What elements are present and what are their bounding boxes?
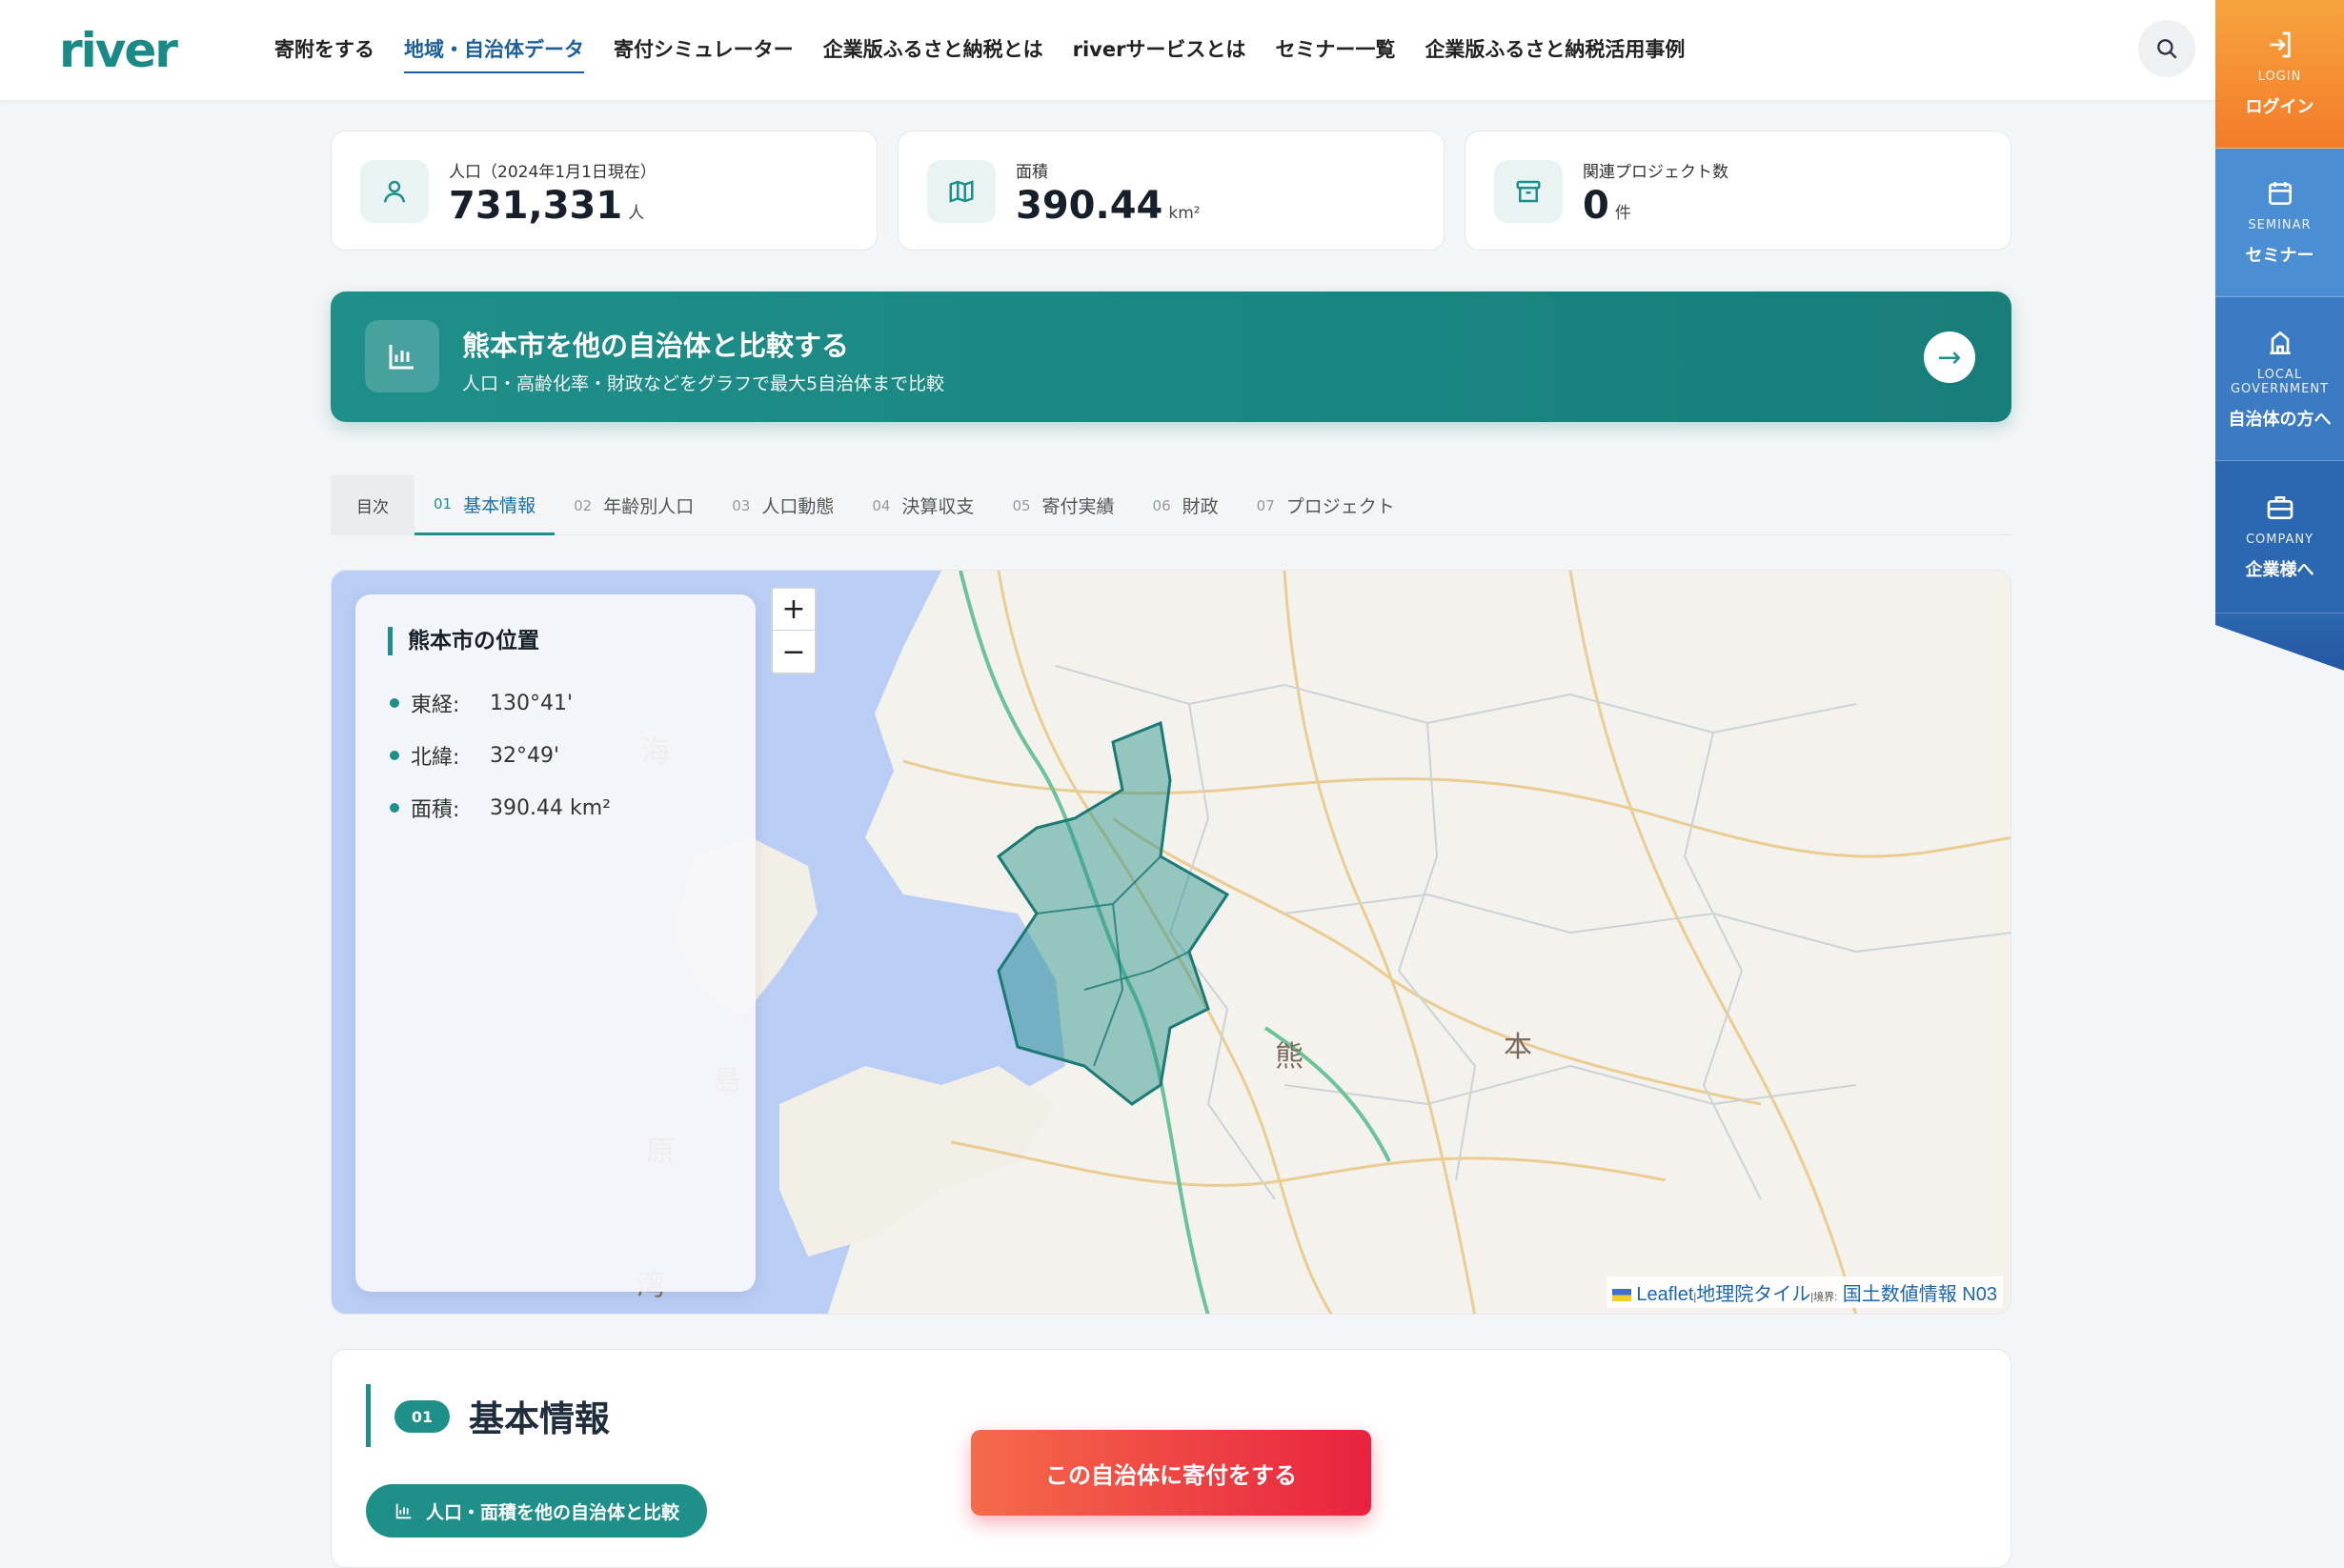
- location-title: 熊本市の位置: [388, 627, 539, 655]
- zoom-control: + −: [771, 587, 817, 674]
- bar-chart-small-icon: [395, 1503, 412, 1519]
- stat-card-population: 人口（2024年1月1日現在） 731,331 人: [331, 131, 878, 251]
- search-icon: [2157, 39, 2177, 59]
- compare-population-area-button[interactable]: 人口・面積を他の自治体と比較: [366, 1484, 707, 1538]
- tab-population-dynamics[interactable]: 03 人口動態: [713, 475, 853, 535]
- login-ja-label: ログイン: [2245, 97, 2314, 117]
- area-value: 390.44 km²: [1016, 184, 1201, 228]
- site-header: river 寄附をする 地域・自治体データ 寄付シミュレーター 企業版ふるさと納…: [0, 0, 2215, 101]
- tab-projects[interactable]: 07 プロジェクト: [1238, 475, 1414, 535]
- company-ja-label: 企業様へ: [2245, 560, 2314, 580]
- login-en-label: LOGIN: [2257, 70, 2302, 84]
- calendar-icon: [2268, 182, 2292, 205]
- nav-corporate-furusato[interactable]: 企業版ふるさと納税とは: [823, 34, 1043, 73]
- section-number-badge: 01: [394, 1400, 450, 1433]
- projects-label: 関連プロジェクト数: [1583, 163, 1728, 182]
- compare-title: 熊本市を他の自治体と比較する: [462, 330, 850, 362]
- nav-river-service[interactable]: riverサービスとは: [1073, 34, 1246, 73]
- tab-settlement[interactable]: 04 決算収支: [853, 475, 993, 535]
- seminar-en-label: SEMINAR: [2248, 218, 2312, 232]
- tab-donation-results[interactable]: 05 寄付実績: [993, 475, 1133, 535]
- map-label-kuma: 熊: [1275, 1040, 1303, 1074]
- map-icon-box: [927, 160, 996, 223]
- seminar-button[interactable]: SEMINAR セミナー: [2215, 149, 2344, 297]
- company-button[interactable]: COMPANY 企業様へ: [2215, 461, 2344, 613]
- tab-age-population[interactable]: 02 年齢別人口: [555, 475, 713, 535]
- person-icon: [383, 180, 406, 203]
- arrow-right-icon[interactable]: →: [1924, 332, 1975, 383]
- leaflet-link[interactable]: Leaflet: [1636, 1284, 1693, 1305]
- projects-value: 0件: [1583, 184, 1631, 228]
- nav-simulator[interactable]: 寄付シミュレーター: [614, 34, 794, 73]
- compare-subtitle: 人口・高齢化率・財政などをグラフで最大5自治体まで比較: [462, 373, 945, 394]
- map-icon: [949, 180, 974, 203]
- ukraine-flag-icon: [1611, 1289, 1631, 1302]
- side-panel-tail: [2215, 613, 2344, 671]
- zoom-out-button[interactable]: −: [773, 631, 815, 673]
- map-container[interactable]: 海 島 原 湾 熊 本 + − 熊本市の位置 東経:130°41' 北緯:32°…: [331, 570, 2011, 1315]
- bar-chart-icon: [389, 345, 414, 370]
- search-button[interactable]: [2138, 20, 2195, 77]
- tab-finance[interactable]: 06 財政: [1134, 475, 1238, 535]
- area-row: 面積: 390.44 km²: [390, 793, 611, 823]
- toc-label: 目次: [331, 475, 414, 535]
- compare-banner[interactable]: 熊本市を他の自治体と比較する 人口・高齢化率・財政などをグラフで最大5自治体まで…: [331, 291, 2011, 422]
- building-icon: [2269, 331, 2291, 354]
- local-government-button[interactable]: LOCAL GOVERNMENT 自治体の方へ: [2215, 297, 2344, 461]
- donate-to-municipality-button[interactable]: この自治体に寄付をする: [971, 1430, 1371, 1516]
- archive-icon-box: [1494, 160, 1563, 223]
- gsi-tiles-link[interactable]: 地理院タイル: [1696, 1284, 1810, 1305]
- briefcase-icon: [2267, 496, 2293, 519]
- compare-icon-box: [365, 320, 439, 392]
- nav-region-data[interactable]: 地域・自治体データ: [404, 34, 584, 73]
- main-nav: 寄附をする 地域・自治体データ 寄付シミュレーター 企業版ふるさと納税とは ri…: [274, 34, 1685, 73]
- company-en-label: COMPANY: [2245, 533, 2314, 547]
- toc-tabs: 目次 01 基本情報 02 年齢別人口 03 人口動態 04 決算収支 05 寄付実績 0…: [331, 475, 2011, 535]
- archive-icon: [1516, 180, 1541, 203]
- section-title: 基本情報: [469, 1398, 610, 1439]
- nav-seminars[interactable]: セミナー一覧: [1275, 34, 1395, 73]
- map-attribution: Leaflet|地理院タイル|境界: 国土数値情報 N03: [1606, 1277, 2003, 1308]
- person-icon-box: [360, 160, 429, 223]
- longitude-row: 東経: 130°41': [390, 688, 573, 718]
- area-label: 面積: [1016, 163, 1048, 182]
- nav-case-studies[interactable]: 企業版ふるさと納税活用事例: [1425, 34, 1685, 73]
- seminar-ja-label: セミナー: [2245, 246, 2314, 266]
- population-value: 731,331 人: [449, 184, 645, 228]
- zoom-in-button[interactable]: +: [773, 589, 815, 631]
- location-panel: 熊本市の位置 東経: 130°41' 北緯: 32°49' 面積: 390.44 km…: [355, 594, 756, 1292]
- section-accent-bar: [366, 1384, 371, 1447]
- population-label: 人口（2024年1月1日現在）: [449, 163, 657, 182]
- stat-card-area: 面積 390.44 km²: [898, 131, 1445, 251]
- login-icon: [2269, 31, 2291, 58]
- river-logo[interactable]: river: [59, 23, 178, 78]
- login-button[interactable]: LOGIN ログイン: [2215, 0, 2344, 149]
- stat-card-projects: 関連プロジェクト数 0件: [1465, 131, 2011, 251]
- n03-link[interactable]: 国土数値情報 N03: [1843, 1284, 1997, 1305]
- map-label-moto: 本: [1504, 1031, 1532, 1064]
- local-ja-label: 自治体の方へ: [2228, 409, 2332, 430]
- nav-donate[interactable]: 寄附をする: [274, 34, 374, 73]
- latitude-row: 北緯: 32°49': [390, 740, 559, 771]
- local-en-label: LOCAL GOVERNMENT: [2230, 367, 2330, 396]
- tab-basic-info[interactable]: 01 基本情報: [414, 475, 556, 535]
- side-panel: LOGIN ログイン SEMINAR セミナー LOCAL GOVERNMENT…: [2215, 0, 2344, 671]
